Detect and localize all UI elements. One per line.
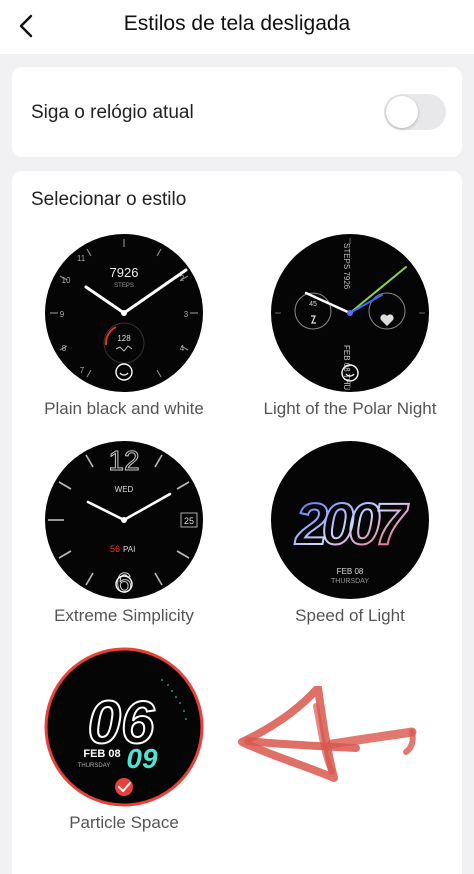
svg-text:11: 11 xyxy=(77,254,86,263)
face-option-particle-space[interactable]: 06 FEB 08 THURSDAY 09 Particle Space xyxy=(14,647,234,833)
svg-text:9: 9 xyxy=(60,310,65,319)
weekday-text: THURSDAY xyxy=(78,763,111,769)
face-label: Extreme Simplicity xyxy=(54,606,194,625)
svg-text:10: 10 xyxy=(62,276,71,285)
face-option-speed-of-light[interactable]: 2007 FEB 08 THURSDAY Speed of Light xyxy=(240,440,460,626)
hour-bottom: 6 xyxy=(116,567,132,598)
date-text: FEB 08 xyxy=(83,748,120,760)
selected-check-icon xyxy=(115,778,133,796)
face-label: Plain black and white xyxy=(44,399,204,418)
steps-label: STEPS xyxy=(114,283,134,289)
hour-top: 12 xyxy=(108,445,139,476)
face-option-plain-black-white[interactable]: 10 11 2 3 4 9 8 7 7926 STEPS 128 Plain black an… xyxy=(14,233,234,419)
watch-face-extreme-simplicity: 12 6 WED 25 56 PAI xyxy=(45,441,203,599)
face-label: Particle Space xyxy=(69,813,179,832)
steps-value: 7926 xyxy=(110,265,139,280)
svg-text:8: 8 xyxy=(62,344,67,353)
year-display: 2007 xyxy=(294,492,409,557)
date-text: FEB 08 xyxy=(337,567,364,576)
watch-face-particle-space: 06 FEB 08 THURSDAY 09 xyxy=(44,647,204,807)
svg-text:3: 3 xyxy=(184,310,189,319)
watch-face-speed-of-light: 2007 FEB 08 THURSDAY xyxy=(271,441,429,599)
pai-label: PAI xyxy=(123,545,135,554)
steps-text: STEPS 7926 xyxy=(342,243,351,290)
watch-face-plain-black-white: 1011234987 7926 STEPS 128 xyxy=(45,234,203,392)
header-bar: Estilos de tela desligada xyxy=(0,0,474,54)
follow-watch-label: Siga o relógio atual xyxy=(31,102,194,123)
page-title: Estilos de tela desligada xyxy=(123,12,351,35)
date-box: 25 xyxy=(184,516,194,526)
svg-text:4: 4 xyxy=(180,344,185,353)
minute-display: 09 xyxy=(126,743,158,774)
pai-value: 56 xyxy=(110,544,120,554)
face-option-extreme-simplicity[interactable]: 12 6 WED 25 56 PAI Extreme Simplicity xyxy=(14,440,234,626)
dial-value: 128 xyxy=(117,334,131,343)
day-label: WED xyxy=(115,485,134,494)
watch-face-polar-night: STEPS 7926 FEB 08 THU 45 xyxy=(271,234,429,392)
left-sub-value: 45 xyxy=(309,301,317,308)
face-label: Speed of Light xyxy=(295,606,405,625)
section-title: Selecionar o estilo xyxy=(31,189,187,210)
follow-watch-toggle[interactable] xyxy=(384,94,446,130)
annotation-arrow-icon xyxy=(238,686,417,782)
weekday-text: THURSDAY xyxy=(331,578,369,585)
face-label: Light of the Polar Night xyxy=(263,399,437,418)
face-option-polar-night[interactable]: STEPS 7926 FEB 08 THU 45 Light of the Po… xyxy=(240,233,460,419)
toggle-knob xyxy=(386,96,418,128)
svg-text:7: 7 xyxy=(80,366,85,375)
follow-watch-card: Siga o relógio atual xyxy=(12,67,462,157)
